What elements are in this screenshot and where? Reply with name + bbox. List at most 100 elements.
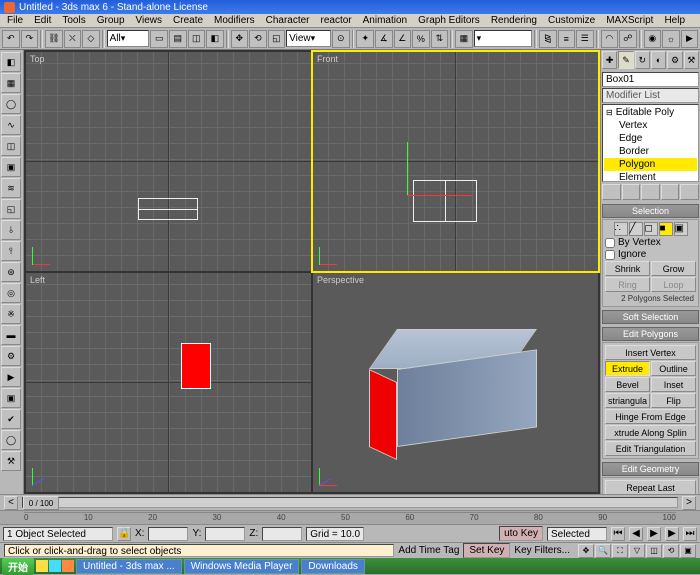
shrink-button[interactable]: Shrink [605,261,650,276]
link-button[interactable]: ⛓ [45,30,63,48]
selected-polygon-left[interactable] [181,343,211,389]
setkey-button[interactable]: Set Key [463,543,510,558]
autokey-button[interactable]: uto Key [499,526,543,541]
modifier-list-dropdown[interactable]: Modifier List [602,88,699,103]
redo-button[interactable]: ↷ [21,30,39,48]
polygon-mode-icon[interactable]: ■ [659,222,673,236]
spinner-snap-button[interactable]: ⇅ [431,30,449,48]
reactor-motor-button[interactable]: ⊛ [1,262,21,282]
angle-snap-button[interactable]: ∠ [394,30,412,48]
reactor-prop-button[interactable]: ⚙ [1,346,21,366]
menu-file[interactable]: File [2,14,28,27]
play-next-button[interactable]: ▶ [665,527,679,541]
taskbar-item-3dsmax[interactable]: Untitled - 3ds max ... [76,559,182,574]
add-time-tag[interactable]: Add Time Tag [394,545,463,556]
reactor-dash-button[interactable]: ⫯ [1,241,21,261]
menu-graph editors[interactable]: Graph Editors [413,14,485,27]
cmdtab-5[interactable]: ⚒ [684,51,699,69]
x-field[interactable] [148,527,188,541]
menu-edit[interactable]: Edit [29,14,56,27]
config-button[interactable] [680,184,699,200]
soft-rollout-header[interactable]: Soft Selection [602,310,699,324]
zoom-ext-button[interactable]: ◫ [646,544,662,558]
by-vertex-checkbox[interactable]: By Vertex [605,237,696,248]
outline-button[interactable]: Outline [651,361,696,376]
unlink-button[interactable]: ⛌ [64,30,82,48]
taskbar-item-downloads[interactable]: Downloads [301,559,364,574]
menu-character[interactable]: Character [261,14,315,27]
reactor-soft-button[interactable]: ◯ [1,94,21,114]
loop-button[interactable]: Loop [651,277,696,292]
inset-button[interactable]: Inset [651,377,696,392]
reactor-wind-button[interactable]: ≋ [1,178,21,198]
element-mode-icon[interactable]: ▣ [674,222,688,236]
menu-modifiers[interactable]: Modifiers [209,14,260,27]
zoom-all-button[interactable]: ⛶ [612,544,628,558]
reactor-rigid-button[interactable]: ◧ [1,52,21,72]
reactor-water-button[interactable]: ▬ [1,325,21,345]
menu-help[interactable]: Help [659,14,690,27]
play-start-button[interactable]: ⏮ [611,527,625,541]
time-prev-button[interactable]: < [4,496,18,510]
play-end-button[interactable]: ⏭ [683,527,697,541]
editgeo-rollout-header[interactable]: Edit Geometry [602,462,699,476]
scale-button[interactable]: ◱ [268,30,286,48]
undo-button[interactable]: ↶ [2,30,20,48]
flip-button[interactable]: Flip [651,393,696,408]
time-knob[interactable]: 0 / 100 [23,496,59,510]
reactor-plane-button[interactable]: ◱ [1,199,21,219]
extrude-button[interactable]: Extrude [605,361,650,376]
zoom-button[interactable]: 🔍 [595,544,611,558]
stack-polygon[interactable]: Polygon [604,158,697,171]
snap-button[interactable]: ∡ [375,30,393,48]
fov-button[interactable]: ▽ [629,544,645,558]
object-name-field[interactable]: Box01 [602,72,699,87]
time-next-button[interactable]: > [682,496,696,510]
viewport-top[interactable]: Top [26,52,311,271]
viewport-perspective[interactable]: Perspective [313,273,598,492]
triangulate-button[interactable]: striangula [605,393,650,408]
quicklaunch-icon[interactable] [36,560,48,572]
menu-rendering[interactable]: Rendering [486,14,542,27]
edge-mode-icon[interactable]: ╱ [629,222,643,236]
selection-filter[interactable]: All ▾ [107,30,150,47]
menu-views[interactable]: Views [131,14,168,27]
play-button[interactable]: ▶ [647,527,661,541]
insert-vertex-button[interactable]: Insert Vertex [605,345,696,360]
cmdtab-4[interactable]: ⚙ [667,51,682,69]
reactor-util-button[interactable]: ⚒ [1,451,21,471]
pan-button[interactable]: ✥ [578,544,594,558]
orbit-button[interactable]: ⟲ [663,544,679,558]
grow-button[interactable]: Grow [651,261,696,276]
reactor-anim-button[interactable]: ▣ [1,388,21,408]
start-button[interactable]: 开始 [2,558,34,575]
time-slider[interactable]: 0 / 100 [22,497,678,508]
select-name-button[interactable]: ▤ [169,30,187,48]
quicklaunch-icon[interactable] [49,560,61,572]
quicklaunch-icon[interactable] [62,560,74,572]
reactor-cloth-button[interactable]: ▦ [1,73,21,93]
reactor-hull-button[interactable]: ◯ [1,430,21,450]
menu-group[interactable]: Group [92,14,130,27]
stack-editable-poly[interactable]: Editable Poly [604,106,697,119]
object-wire-top[interactable] [138,198,198,220]
bind-button[interactable]: ◇ [82,30,100,48]
play-prev-button[interactable]: ◀ [629,527,643,541]
curve-editor-button[interactable]: ◠ [601,30,619,48]
maximize-button[interactable]: ▣ [680,544,696,558]
reactor-toy-button[interactable]: ◎ [1,283,21,303]
edit-tri-button[interactable]: Edit Triangulation [605,441,696,456]
show-end-button[interactable] [622,184,641,200]
unique-button[interactable] [641,184,660,200]
pin-stack-button[interactable] [602,184,621,200]
z-field[interactable] [262,527,302,541]
cmdtab-2[interactable]: ↻ [635,51,650,69]
mirror-button[interactable]: ⧎ [539,30,557,48]
layers-button[interactable]: ☰ [576,30,594,48]
reactor-prev-button[interactable]: ▶ [1,367,21,387]
extrude-along-button[interactable]: xtrude Along Splin [605,425,696,440]
key-filters[interactable]: Key Filters... [510,545,574,556]
taskbar-item-wmp[interactable]: Windows Media Player [184,559,300,574]
cmdtab-1[interactable]: ✎ [618,51,633,69]
named-sel-button[interactable]: ▦ [455,30,473,48]
